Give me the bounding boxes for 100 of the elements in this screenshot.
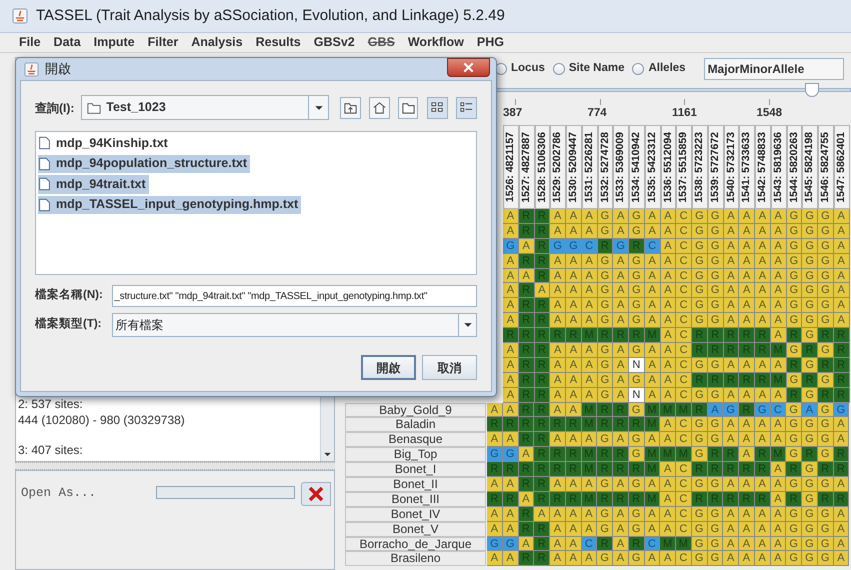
genotype-cell: G [802,268,818,284]
column-header[interactable]: 1529: 5202786 [550,125,566,209]
toolbar-button[interactable] [427,96,448,118]
genotype-cell: G [802,462,818,478]
list-row[interactable]: mdp_94population_structure.txt [38,154,250,173]
menu-item[interactable]: GBS [368,33,395,52]
menu-item[interactable]: PHG [476,33,504,52]
menu-item[interactable]: Impute [94,33,135,52]
genotype-cell: A [566,388,582,403]
menu-item[interactable]: Results [256,33,301,52]
column-header[interactable]: 1540: 5732173 [724,125,740,209]
row-header[interactable]: Big_Top [345,447,486,462]
close-button[interactable] [447,58,490,77]
window-title: TASSEL (Trait Analysis by aSSociation, Evolution, and Linkage) 5.2.49 [36,6,505,26]
allele-display-field[interactable]: MajorMinorAllele [704,58,844,80]
menu-item[interactable]: Workflow [408,33,464,52]
row-header[interactable]: Bonet_I [345,462,486,478]
genotype-cell: A [770,551,786,566]
genotype-cell: G [550,238,566,254]
genotype-cell: G [786,536,802,552]
genotype-cell: A [770,477,786,492]
column-header[interactable]: 1542: 5748833 [755,125,771,209]
column-header[interactable]: 1530: 5209447 [566,125,582,209]
column-header[interactable]: 1543: 5819636 [770,125,786,209]
genotype-cell: A [739,268,755,284]
genotype-cell: G [598,209,614,224]
column-header[interactable]: 1538: 5723223 [692,125,708,209]
look-in-dropdown[interactable]: Test_1023 [81,95,330,120]
genotype-cell: A [660,432,676,448]
genotype-cell: C [676,313,692,328]
cancel-button[interactable]: 取消 [422,355,477,380]
radio-button[interactable]: Site Name [552,60,624,78]
genotype-cell: A [582,343,598,358]
genotype-cell: C [676,358,692,373]
column-header[interactable]: 1539: 5727672 [708,125,724,209]
genotype-cell: A [503,254,519,269]
toolbar-button[interactable] [368,96,390,118]
column-header[interactable]: 1545: 5824198 [802,125,818,209]
column-header[interactable]: 1544: 5820263 [786,125,802,209]
row-header[interactable]: Bonet_II [345,477,486,492]
row-header[interactable]: Bonet_IV [345,506,486,522]
genotype-cell: A [755,283,771,298]
column-header[interactable]: 1546: 5824755 [818,125,834,209]
genotype-cell: G [692,298,708,314]
column-header[interactable]: 1528: 5106306 [534,125,550,209]
menu-item[interactable]: Analysis [191,33,243,52]
genotype-cell: A [723,522,739,537]
cancel-button[interactable] [301,482,331,506]
column-header[interactable]: 1532: 5274728 [598,125,614,209]
column-header[interactable]: 1547: 5862401 [834,125,850,209]
column-header[interactable]: 1534: 5410942 [629,125,645,209]
genotype-cell: A [755,358,771,373]
column-header[interactable]: 1536: 5512094 [660,125,676,209]
menu-item[interactable]: Filter [148,33,178,52]
scrollbar[interactable] [320,394,334,461]
genotype-cell: G [802,417,818,432]
toolbar-button[interactable] [456,96,477,118]
genotype-cell: G [692,283,708,298]
toolbar-button[interactable] [340,96,361,118]
column-header[interactable]: 1541: 5733633 [739,125,755,209]
genotype-cell: A [550,536,566,552]
row-header[interactable]: Borracho_de_Jarque [345,536,486,552]
genotype-cell: G [818,283,834,298]
genotype-cell: A [550,432,566,448]
radio-button[interactable]: Alleles [632,60,686,78]
row-header[interactable]: Baby_Gold_9 [345,402,486,418]
list-row[interactable]: mdp_TASSEL_input_genotyping.hmp.txt [38,196,302,214]
column-header[interactable]: 1527: 4827887 [518,125,534,209]
column-header[interactable]: 1531: 5226281 [582,125,598,209]
column-header[interactable]: 1535: 5423312 [644,125,660,209]
genotype-cell: A [660,209,676,224]
genotype-cell: A [660,462,676,478]
file-name-field[interactable]: _structure.txt" "mdp_94trait.txt" "mdp_TASSEL_input_genotyping.hmp.txt" [112,285,477,307]
open-button[interactable]: 開啟 [361,355,416,380]
genotype-cell: G [598,313,614,328]
file-type-dropdown[interactable]: 所有檔案 [112,313,477,337]
genotype-cell: A [723,432,739,448]
genotype-cell: A [566,358,582,373]
genotype-cell: A [613,313,629,328]
genotype-cell: A [550,402,566,418]
menu-item[interactable]: Data [54,33,81,52]
row-header[interactable]: Baladin [345,417,486,432]
genotype-cell: A [566,477,582,492]
row-header[interactable]: Bonet_III [345,492,486,507]
genotype-cell: A [613,268,629,284]
row-header[interactable]: Bonet_V [345,522,486,537]
genotype-cell: G [629,313,645,328]
column-header[interactable]: 1526: 4821157 [503,125,519,209]
genotype-cell: A [613,254,629,269]
menu-item[interactable]: File [19,33,41,52]
column-header[interactable]: 1533: 5369009 [613,125,629,209]
list-row[interactable]: mdp_94trait.txt [38,175,149,194]
genotype-cell: A [487,402,503,418]
list-row[interactable]: mdp_94Kinship.txt [38,134,171,152]
row-header[interactable]: Brasileno [345,551,486,566]
row-header[interactable]: Benasque [345,432,486,448]
genotype-cell: G [629,209,645,224]
menu-item[interactable]: GBSv2 [314,33,355,52]
toolbar-button[interactable] [398,96,418,118]
column-header[interactable]: 1537: 5515859 [676,125,692,209]
